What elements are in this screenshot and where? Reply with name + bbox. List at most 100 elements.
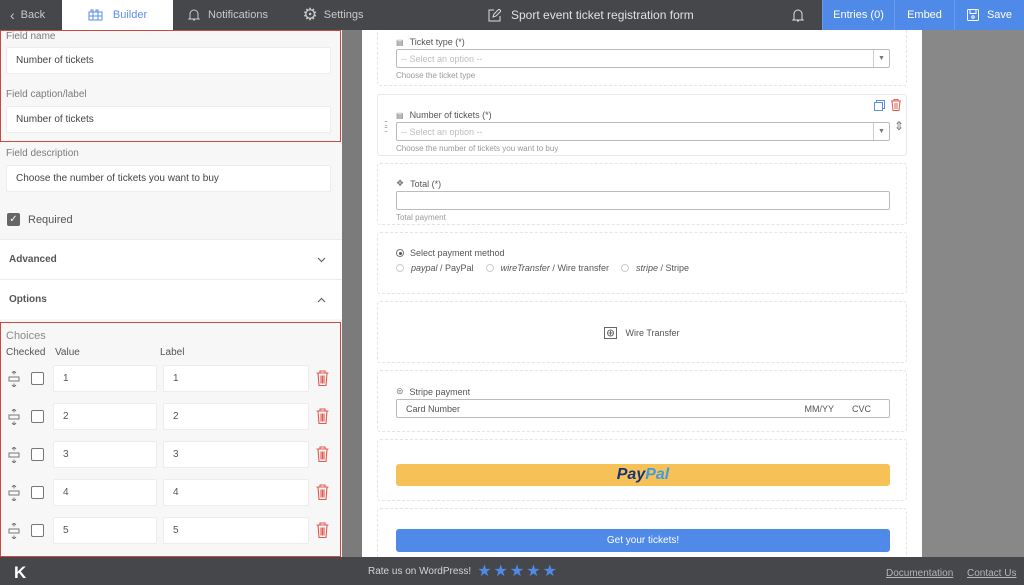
- option-key: wireTransfer: [500, 263, 550, 273]
- contact-us-link[interactable]: Contact Us: [967, 568, 1016, 579]
- field-description-label: Field description: [6, 148, 79, 159]
- paypal-button[interactable]: Pay Pal: [396, 464, 890, 486]
- choice-label-input[interactable]: 2: [163, 403, 309, 430]
- entries-label: Entries (0): [833, 9, 884, 21]
- dropdown-field-icon: ▤: [396, 110, 404, 120]
- payment-option-stripe[interactable]: stripe / Stripe: [620, 263, 689, 273]
- num-tickets-label-row: ▤ Number of tickets (*): [396, 110, 492, 120]
- choice-checked-checkbox[interactable]: [31, 372, 44, 385]
- reorder-handle-icon[interactable]: [8, 522, 22, 540]
- back-button[interactable]: ‹ Back: [0, 0, 62, 30]
- choice-row: 11: [0, 365, 342, 392]
- field-wire-transfer[interactable]: Wire Transfer: [377, 301, 907, 363]
- field-description-input[interactable]: Choose the number of tickets you want to…: [6, 165, 331, 192]
- star-icon[interactable]: ★: [543, 561, 557, 581]
- options-label: Options: [9, 294, 47, 305]
- col-header-checked: Checked: [6, 347, 46, 358]
- delete-choice-icon[interactable]: [316, 484, 329, 500]
- star-icon[interactable]: ★: [477, 561, 491, 581]
- choice-value-input[interactable]: 5: [53, 517, 157, 544]
- delete-choice-icon[interactable]: [316, 370, 329, 386]
- drag-handle-icon[interactable]: ::::: [384, 119, 388, 134]
- radio-button[interactable]: [485, 264, 494, 272]
- choice-checked-checkbox[interactable]: [31, 410, 44, 423]
- star-icon[interactable]: ★: [494, 561, 508, 581]
- choice-label-input[interactable]: 4: [163, 479, 309, 506]
- stripe-label: Stripe payment: [409, 386, 471, 397]
- total-input[interactable]: [396, 191, 890, 210]
- tab-builder[interactable]: Builder: [62, 0, 173, 30]
- stripe-card-input[interactable]: Card Number MM/YY CVC: [396, 399, 890, 418]
- cvc-placeholder: CVC: [851, 403, 871, 414]
- bell-icon: [188, 9, 201, 21]
- field-name-input[interactable]: Number of tickets: [6, 47, 331, 74]
- choice-label-input[interactable]: 3: [163, 441, 309, 468]
- num-tickets-select[interactable]: -- Select an option -- ▼: [396, 122, 890, 141]
- submit-button[interactable]: Get your tickets!: [396, 529, 890, 552]
- rate-us[interactable]: Rate us on WordPress! ★ ★ ★ ★ ★: [368, 557, 557, 585]
- delete-choice-icon[interactable]: [316, 522, 329, 538]
- field-ticket-type[interactable]: ▤ Ticket type (*) -- Select an option --…: [377, 30, 907, 86]
- star-icon[interactable]: ★: [526, 561, 540, 581]
- ticket-type-label: Ticket type (*): [409, 37, 465, 47]
- field-number-of-tickets[interactable]: ▤ Number of tickets (*) :::: -- Select a…: [377, 94, 907, 156]
- reorder-handle-icon[interactable]: [8, 446, 22, 464]
- choice-value-input[interactable]: 4: [53, 479, 157, 506]
- bell-icon[interactable]: [790, 7, 806, 23]
- choice-label-input[interactable]: 1: [163, 365, 309, 392]
- card-number-placeholder: Card Number: [406, 403, 461, 414]
- bank-transfer-icon: [604, 327, 618, 339]
- reorder-handle-icon[interactable]: [8, 408, 22, 426]
- field-stripe-payment[interactable]: ⊜ Stripe payment Card Number MM/YY CVC: [377, 370, 907, 432]
- trash-icon[interactable]: [891, 99, 901, 111]
- tab-settings[interactable]: ⚙ Settings: [283, 0, 383, 30]
- rate-label: Rate us on WordPress!: [368, 565, 472, 577]
- panel-scrollbar[interactable]: [342, 30, 362, 557]
- field-payment-method[interactable]: Select payment method paypal / PayPal wi…: [377, 232, 907, 294]
- chevron-left-icon: ‹: [10, 7, 15, 23]
- choice-row: 22: [0, 403, 342, 430]
- save-icon: [966, 9, 979, 21]
- field-caption-input[interactable]: Number of tickets: [6, 106, 331, 133]
- ticket-type-placeholder: -- Select an option --: [401, 53, 483, 64]
- embed-button[interactable]: Embed: [894, 0, 954, 30]
- entries-button[interactable]: Entries (0): [822, 0, 894, 30]
- back-label: Back: [20, 9, 46, 21]
- tab-notifications[interactable]: Notifications: [173, 0, 283, 30]
- embed-label: Embed: [907, 9, 942, 21]
- gear-icon: ⚙: [302, 5, 318, 24]
- reorder-handle-icon[interactable]: [8, 484, 22, 502]
- advanced-section-toggle[interactable]: Advanced: [0, 239, 342, 279]
- payment-option-wire-transfer[interactable]: wireTransfer / Wire transfer: [485, 263, 609, 273]
- reorder-handle-icon[interactable]: [8, 370, 22, 388]
- builder-icon: [88, 9, 103, 21]
- payment-option-paypal[interactable]: paypal / PayPal: [396, 263, 474, 273]
- choice-checked-checkbox[interactable]: [31, 448, 44, 461]
- choice-value-input[interactable]: 3: [53, 441, 157, 468]
- total-label: Total (*): [410, 178, 442, 189]
- radio-button[interactable]: [620, 264, 629, 272]
- required-checkbox[interactable]: ✓ Required: [7, 213, 73, 226]
- form-title-text: Sport event ticket registration form: [511, 8, 694, 22]
- resize-handle-icon[interactable]: ⇕: [894, 119, 904, 133]
- options-section-toggle[interactable]: Options: [0, 279, 342, 319]
- radio-button[interactable]: [396, 264, 404, 272]
- delete-choice-icon[interactable]: [316, 446, 329, 462]
- choice-checked-checkbox[interactable]: [31, 486, 44, 499]
- field-total[interactable]: ❖ Total (*) Total payment: [377, 163, 907, 225]
- documentation-link[interactable]: Documentation: [886, 568, 953, 579]
- payment-method-options: paypal / PayPal wireTransfer / Wire tran…: [396, 263, 701, 273]
- star-icon[interactable]: ★: [510, 561, 524, 581]
- save-button[interactable]: Save: [954, 0, 1024, 30]
- ticket-type-select[interactable]: -- Select an option -- ▼: [396, 49, 890, 68]
- duplicate-icon[interactable]: [874, 100, 885, 111]
- total-help: Total payment: [396, 213, 446, 222]
- delete-choice-icon[interactable]: [316, 408, 329, 424]
- choice-value-input[interactable]: 2: [53, 403, 157, 430]
- choice-label-input[interactable]: 5: [163, 517, 309, 544]
- form-title[interactable]: Sport event ticket registration form: [488, 0, 694, 30]
- choice-value-input[interactable]: 1: [53, 365, 157, 392]
- choice-checked-checkbox[interactable]: [31, 524, 44, 537]
- rating-stars[interactable]: ★ ★ ★ ★ ★: [477, 561, 557, 581]
- option-label: Stripe: [665, 263, 689, 273]
